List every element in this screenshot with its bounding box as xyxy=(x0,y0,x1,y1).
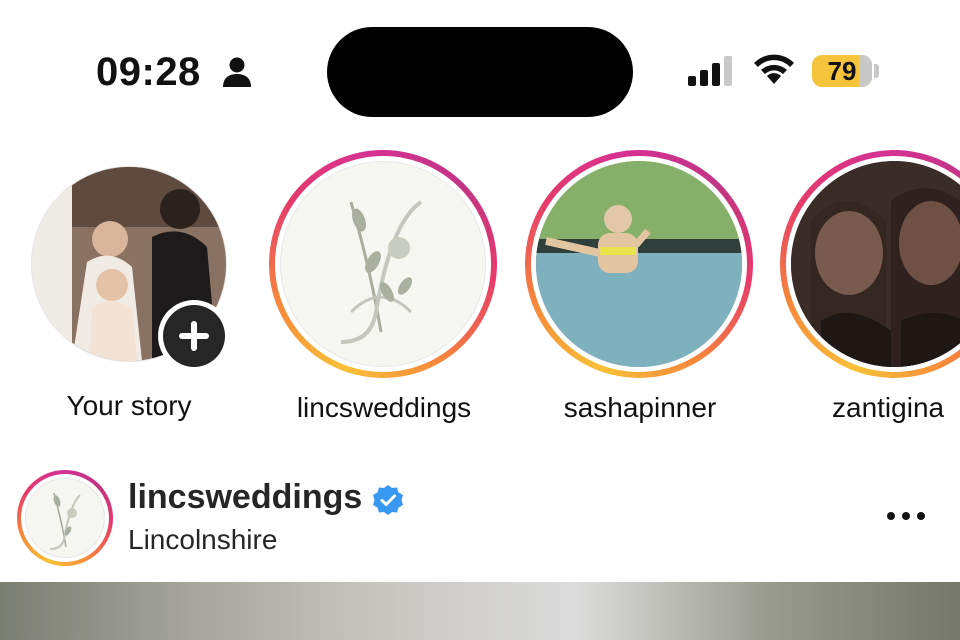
plus-icon xyxy=(179,321,209,351)
post-avatar-photo xyxy=(25,478,105,558)
story-ring xyxy=(269,150,497,378)
story-label: sashapinner xyxy=(563,392,717,423)
post-location[interactable]: Lincolnshire xyxy=(128,524,277,556)
post-avatar[interactable] xyxy=(17,470,113,566)
status-time: 09:28 xyxy=(96,50,201,94)
story-photo xyxy=(280,161,486,367)
floral-logo-icon xyxy=(340,200,423,344)
post-username[interactable]: lincsweddings xyxy=(128,478,362,517)
post-image[interactable] xyxy=(0,582,960,640)
wifi-icon xyxy=(754,54,794,84)
story-photo xyxy=(536,161,742,367)
add-story-button[interactable] xyxy=(158,300,230,372)
story-label: zantigina xyxy=(832,392,945,423)
story-ring xyxy=(525,150,753,378)
verified-badge-icon xyxy=(373,485,403,515)
story-ring xyxy=(780,150,960,378)
battery-percent: 79 xyxy=(827,56,857,86)
story-lincsweddings[interactable]: lincsweddings xyxy=(269,150,499,424)
post-options-button[interactable] xyxy=(878,496,934,536)
signal-icon xyxy=(688,56,732,86)
story-label: Your story xyxy=(66,390,192,421)
person-icon xyxy=(223,57,251,87)
story-sashapinner[interactable]: sashapinner xyxy=(525,150,755,424)
floral-logo-icon xyxy=(49,492,81,550)
battery-cap xyxy=(874,64,879,78)
dynamic-island xyxy=(327,27,633,117)
story-label: lincsweddings xyxy=(296,392,472,423)
pool-photo xyxy=(536,161,742,367)
story-your-story[interactable]: Your story xyxy=(14,166,244,422)
story-zantigina[interactable]: zantigina xyxy=(780,150,960,424)
more-horizontal-icon xyxy=(887,512,925,520)
battery-icon: 79 xyxy=(812,55,872,87)
